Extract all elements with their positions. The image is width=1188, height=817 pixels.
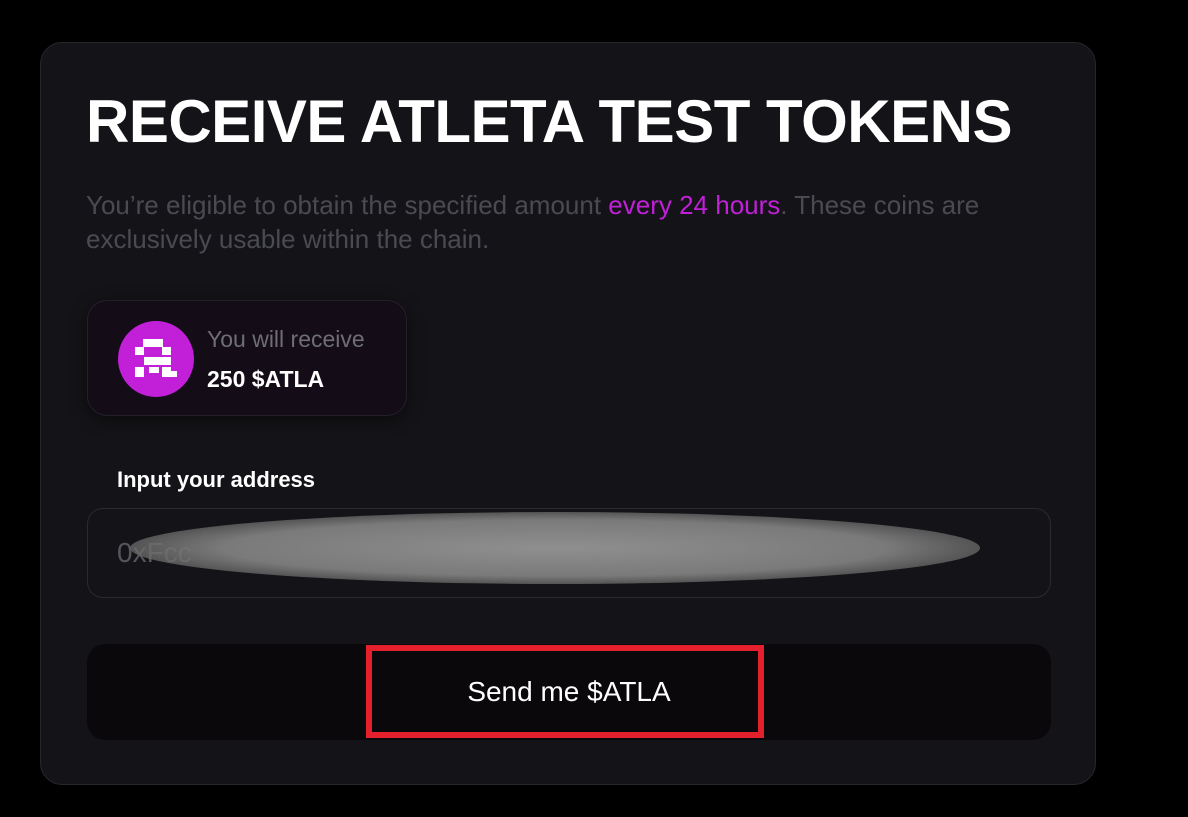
description-highlight: every 24 hours bbox=[608, 190, 781, 220]
send-tokens-button[interactable]: Send me $ATLA bbox=[87, 644, 1051, 740]
receive-label: You will receive bbox=[207, 326, 365, 352]
page-title: RECEIVE ATLETA TEST TOKENS bbox=[86, 88, 1012, 155]
atleta-logo-icon bbox=[118, 321, 194, 397]
faucet-description: You’re eligible to obtain the specified … bbox=[86, 188, 1061, 256]
address-input[interactable] bbox=[87, 508, 1051, 598]
address-field-label: Input your address bbox=[117, 467, 316, 492]
receive-amount-card: You will receive 250 $ATLA bbox=[87, 300, 407, 416]
description-text-start: You’re eligible to obtain the specified … bbox=[86, 190, 609, 220]
send-button-label: Send me $ATLA bbox=[467, 676, 671, 707]
receive-amount: 250 $ATLA bbox=[207, 366, 325, 392]
